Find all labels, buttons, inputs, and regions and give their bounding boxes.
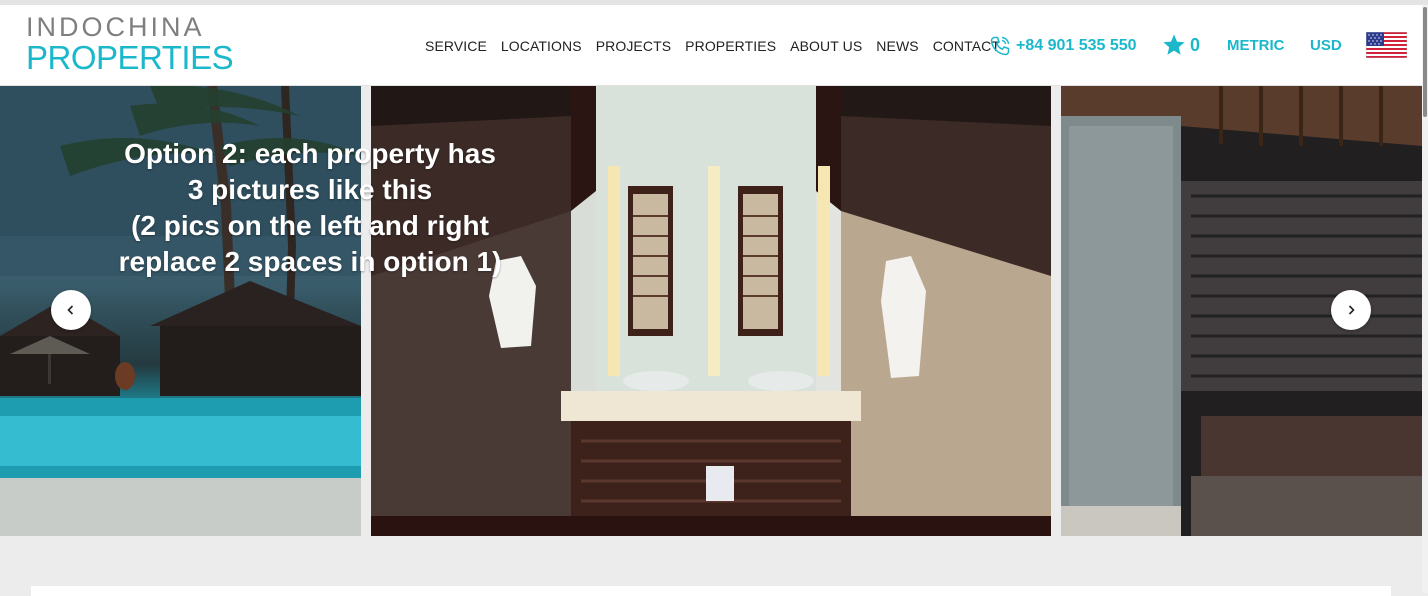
- us-flag-icon[interactable]: [1366, 32, 1407, 58]
- slider-caption: Option 2: each property has 3 pictures l…: [60, 136, 560, 280]
- chevron-right-icon: [1348, 305, 1355, 315]
- slider-prev-button[interactable]: [51, 290, 91, 330]
- favorites-count: 0: [1190, 34, 1201, 55]
- nav-properties[interactable]: PROPERTIES: [685, 38, 776, 54]
- unit-toggle[interactable]: METRIC: [1227, 37, 1285, 54]
- nav-projects[interactable]: PROJECTS: [596, 38, 671, 54]
- slider-next-button[interactable]: [1331, 290, 1371, 330]
- chevron-left-icon: [67, 305, 74, 315]
- logo-line-1: INDOCHINA: [26, 12, 205, 42]
- phone-link[interactable]: +84 901 535 550: [988, 34, 1137, 58]
- currency-select[interactable]: USD: [1310, 37, 1342, 54]
- logo-line-2: PROPERTIES: [26, 39, 234, 76]
- caption-line-3: (2 pics on the left and right: [131, 210, 489, 241]
- main-nav: SERVICE LOCATIONS PROJECTS PROPERTIES AB…: [425, 38, 1014, 54]
- phone-number: +84 901 535 550: [1016, 37, 1137, 54]
- nav-service[interactable]: SERVICE: [425, 38, 487, 54]
- caption-line-4: replace 2 spaces in option 1): [118, 246, 502, 277]
- nav-about-us[interactable]: ABOUT US: [790, 38, 862, 54]
- star-icon: [1163, 34, 1185, 55]
- content-card: [31, 586, 1391, 596]
- nav-news[interactable]: NEWS: [876, 38, 918, 54]
- phone-icon: [990, 36, 1010, 56]
- property-image-slider: Option 2: each property has 3 pictures l…: [0, 86, 1422, 536]
- caption-line-2: 3 pictures like this: [187, 174, 433, 205]
- site-logo[interactable]: INDOCHINA PROPERTIES: [26, 12, 234, 76]
- scrollbar-thumb[interactable]: [1423, 7, 1427, 117]
- favorites-button[interactable]: 0: [1162, 33, 1200, 57]
- site-header: INDOCHINA PROPERTIES SERVICE LOCATIONS P…: [0, 5, 1422, 86]
- nav-locations[interactable]: LOCATIONS: [501, 38, 582, 54]
- caption-line-1: Option 2: each property has: [124, 138, 496, 169]
